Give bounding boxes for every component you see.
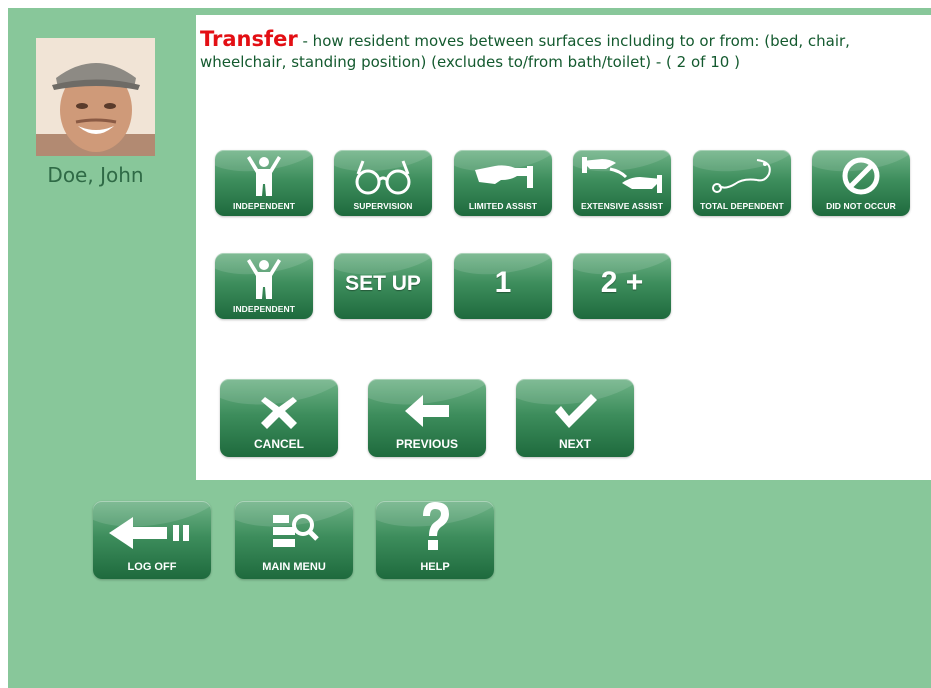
question-mark-icon (376, 502, 494, 551)
logout-arrow-icon (93, 509, 211, 557)
menu-search-icon (235, 509, 353, 557)
x-icon (220, 387, 338, 435)
option-extensive-assist[interactable]: EXTENSIVE ASSIST (573, 150, 671, 216)
option-label: INDEPENDENT (232, 201, 296, 211)
option-supervision[interactable]: SUPERVISION (334, 150, 432, 216)
option-total-dependent[interactable]: TOTAL DEPENDENT (693, 150, 791, 216)
support-set-up[interactable]: SET UP (334, 253, 432, 319)
question-description: - how resident moves between surfaces in… (200, 32, 850, 71)
cancel-button[interactable]: CANCEL (220, 379, 338, 457)
glasses-icon (334, 154, 432, 198)
option-label: SUPERVISION (353, 201, 413, 211)
question-text: Transfer - how resident moves between su… (200, 29, 925, 73)
option-label: DID NOT OCCUR (826, 201, 896, 211)
option-did-not-occur[interactable]: DID NOT OCCUR (812, 150, 910, 216)
button-label: LOG OFF (127, 561, 177, 573)
support-one-person[interactable]: 1 (454, 253, 552, 319)
support-two-plus[interactable]: 2 + (573, 253, 671, 319)
resident-name: Doe, John (47, 163, 144, 187)
log-off-button[interactable]: LOG OFF (93, 501, 211, 579)
option-label: LIMITED ASSIST (468, 201, 538, 211)
person-arms-up-icon (215, 257, 313, 301)
helping-hand-icon (454, 154, 552, 198)
button-label: CANCEL (254, 437, 304, 451)
support-setup-text: SET UP (345, 272, 421, 295)
person-arms-up-icon (215, 154, 313, 198)
option-independent[interactable]: INDEPENDENT (215, 150, 313, 216)
support-two-plus-text: 2 + (600, 266, 644, 299)
option-label: INDEPENDENT (232, 304, 296, 314)
prohibited-icon (812, 154, 910, 198)
arrow-left-icon (368, 387, 486, 435)
previous-button[interactable]: PREVIOUS (368, 379, 486, 457)
stethoscope-icon (693, 154, 791, 198)
button-label: HELP (420, 561, 450, 573)
option-label: TOTAL DEPENDENT (700, 201, 784, 211)
button-label: MAIN MENU (262, 561, 326, 573)
option-limited-assist[interactable]: LIMITED ASSIST (454, 150, 552, 216)
button-label: NEXT (558, 437, 591, 451)
option-label: EXTENSIVE ASSIST (580, 201, 664, 211)
help-button[interactable]: HELP (376, 501, 494, 579)
resident-photo (36, 38, 155, 156)
two-hands-icon (573, 154, 671, 198)
main-menu-button[interactable]: MAIN MENU (235, 501, 353, 579)
question-keyword: Transfer (200, 27, 298, 51)
support-independent[interactable]: INDEPENDENT (215, 253, 313, 319)
content-panel: Transfer - how resident moves between su… (196, 15, 931, 480)
app-window: Doe, John Transfer - how resident moves … (8, 8, 931, 688)
support-one-text: 1 (494, 266, 512, 299)
button-label: PREVIOUS (395, 437, 458, 451)
next-button[interactable]: NEXT (516, 379, 634, 457)
checkmark-icon (516, 387, 634, 435)
